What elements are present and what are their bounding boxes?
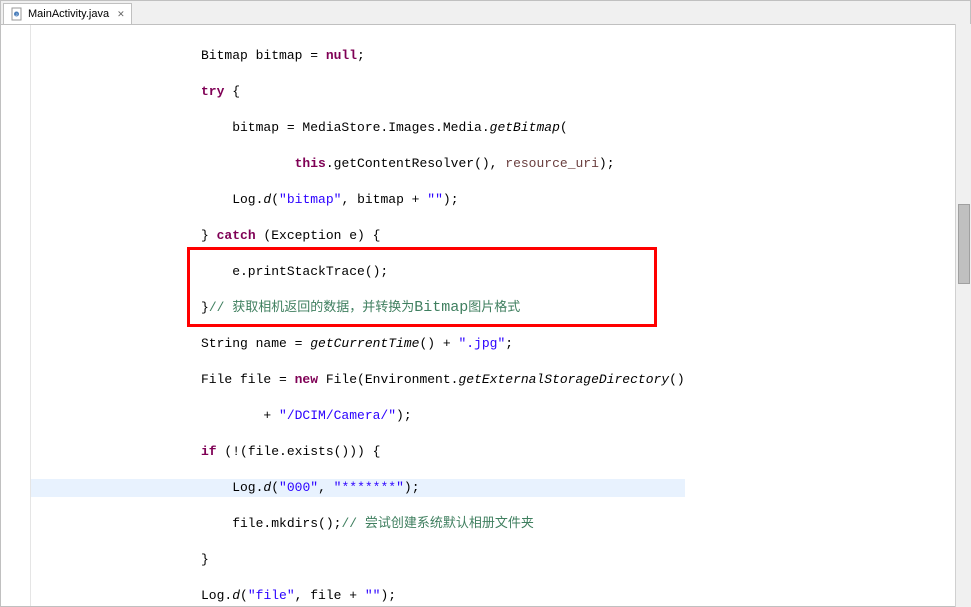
gutter: [1, 25, 31, 606]
code-line[interactable]: Log.d("file", file + "");: [31, 587, 685, 605]
tab-filename: MainActivity.java: [28, 8, 109, 20]
code-line[interactable]: }: [31, 551, 685, 569]
code-line[interactable]: try {: [31, 83, 685, 101]
code-line[interactable]: if (!(file.exists())) {: [31, 443, 685, 461]
code-line[interactable]: e.printStackTrace();: [31, 263, 685, 281]
code-content[interactable]: Bitmap bitmap = null; try { bitmap = Med…: [31, 25, 685, 606]
code-line[interactable]: Log.d("bitmap", bitmap + "");: [31, 191, 685, 209]
code-line[interactable]: this.getContentResolver(), resource_uri)…: [31, 155, 685, 173]
code-area[interactable]: Bitmap bitmap = null; try { bitmap = Med…: [1, 25, 970, 606]
code-line[interactable]: }// 获取相机返回的数据，并转换为Bitmap图片格式: [31, 299, 685, 317]
code-line[interactable]: File file = new File(Environment.getExte…: [31, 371, 685, 389]
vertical-scrollbar[interactable]: [955, 24, 971, 607]
code-line[interactable]: Log.d("000", "*******");: [31, 479, 685, 497]
editor-container: J MainActivity.java ✕ Bitmap bitmap = nu…: [0, 0, 971, 607]
code-line[interactable]: String name = getCurrentTime() + ".jpg";: [31, 335, 685, 353]
file-tab[interactable]: J MainActivity.java ✕: [3, 3, 132, 24]
code-line[interactable]: file.mkdirs();// 尝试创建系统默认相册文件夹: [31, 515, 685, 533]
code-line[interactable]: Bitmap bitmap = null;: [31, 47, 685, 65]
svg-text:J: J: [16, 12, 18, 17]
code-line[interactable]: bitmap = MediaStore.Images.Media.getBitm…: [31, 119, 685, 137]
java-file-icon: J: [10, 7, 24, 21]
code-line[interactable]: + "/DCIM/Camera/");: [31, 407, 685, 425]
code-line[interactable]: } catch (Exception e) {: [31, 227, 685, 245]
scrollbar-thumb[interactable]: [958, 204, 970, 284]
tab-bar: J MainActivity.java ✕: [1, 1, 970, 25]
close-tab-icon[interactable]: ✕: [117, 9, 125, 20]
